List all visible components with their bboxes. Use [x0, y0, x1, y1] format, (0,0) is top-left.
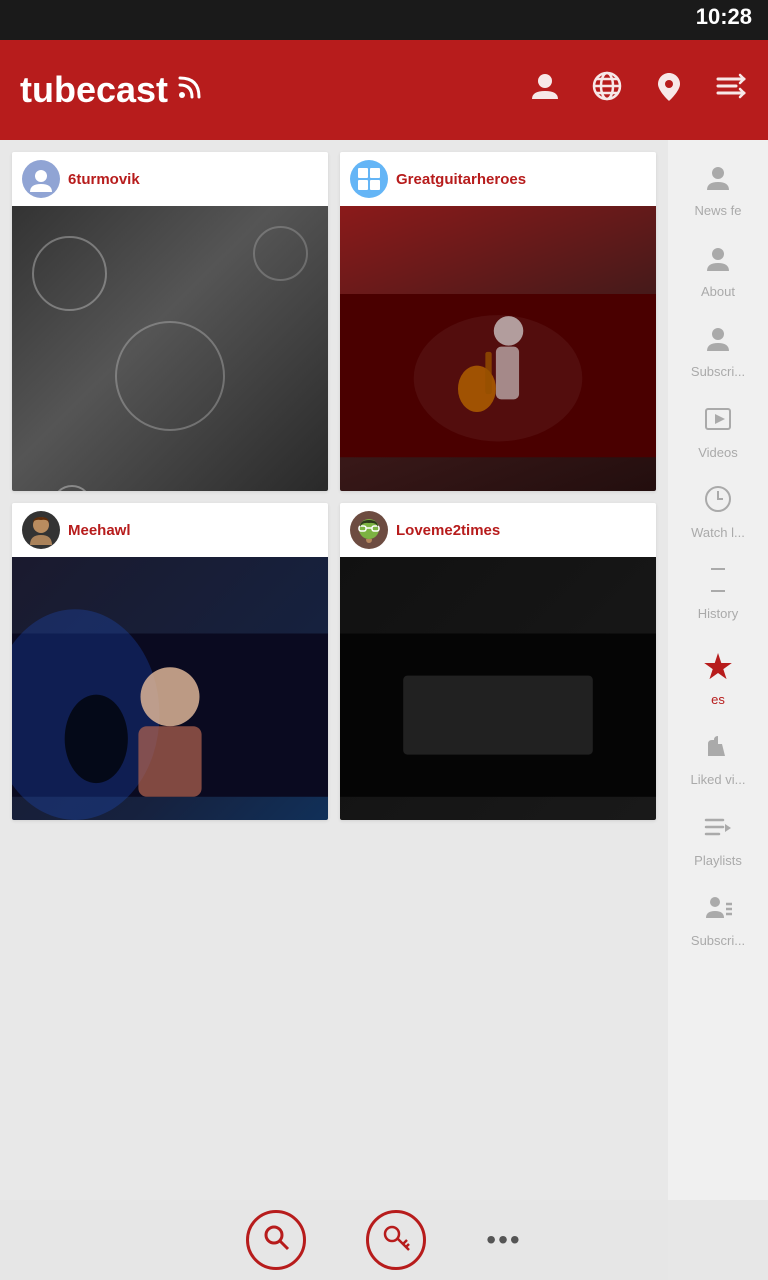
video-card[interactable]: Meehawl [12, 503, 328, 819]
nav-icons [528, 69, 748, 111]
channel-avatar [22, 160, 60, 198]
top-nav: tubecast [0, 40, 768, 140]
globe-icon[interactable] [590, 69, 624, 111]
sidebar-item-news-feed-label: News fe [695, 203, 742, 219]
avatar-image [22, 160, 60, 198]
app-logo: tubecast [20, 69, 528, 111]
search-icon [262, 1223, 290, 1258]
main-container: 6turmovik 2,197 [0, 140, 768, 1280]
sidebar-item-videos-label: Videos [698, 445, 738, 461]
status-bar: 10:28 [0, 0, 768, 40]
card-header: Meehawl [12, 503, 328, 557]
sidebar-item-playlists-label: Playlists [694, 853, 742, 869]
channel-name: 6turmovik [68, 171, 140, 188]
video-card[interactable]: Loveme2times 2,892 64 [340, 503, 656, 819]
sort-icon[interactable] [714, 69, 748, 111]
card-header: Loveme2times [340, 503, 656, 557]
sidebar-item-subscriptions[interactable]: Subscri... [668, 311, 768, 392]
side-panel: News fe About Subscri... [668, 140, 768, 1280]
favorites-icon: ★ [702, 646, 734, 688]
sidebar-item-history-label: History [698, 606, 738, 622]
watch-later-icon [703, 484, 733, 521]
sidebar-item-favorites-label: es [711, 692, 725, 708]
sidebar-item-playlists[interactable]: Playlists [668, 800, 768, 881]
avatar-image [350, 160, 388, 198]
channel-name: Meehawl [68, 522, 131, 539]
sidebar-item-favorites[interactable]: ★ es [668, 634, 768, 720]
video-thumbnail [340, 206, 656, 491]
liked-videos-icon [703, 731, 733, 768]
person-icon[interactable] [528, 69, 562, 111]
bottom-bar: ••• [0, 1200, 768, 1280]
subscriptions-icon [703, 323, 733, 360]
news-feed-icon [703, 162, 733, 199]
channel-name: Greatguitarheroes [396, 171, 526, 188]
key-button[interactable] [366, 1210, 426, 1270]
location-icon[interactable] [652, 69, 686, 111]
history-icon [703, 565, 733, 602]
sidebar-item-about[interactable]: About [668, 231, 768, 312]
sidebar-item-watch-later[interactable]: Watch l... [668, 472, 768, 553]
card-header: Greatguitarheroes [340, 152, 656, 206]
sidebar-item-videos[interactable]: Videos [668, 392, 768, 473]
sidebar-item-history[interactable]: History [668, 553, 768, 634]
video-thumbnail [340, 557, 656, 819]
video-card[interactable]: Greatguitarheroes [340, 152, 656, 491]
subscribers-icon [703, 892, 733, 929]
time: 10:28 [696, 4, 752, 29]
search-button[interactable] [246, 1210, 306, 1270]
channel-avatar [350, 511, 388, 549]
rss-icon [176, 73, 204, 108]
sidebar-item-about-label: About [701, 284, 735, 300]
avatar-image [22, 511, 60, 549]
video-card[interactable]: 6turmovik 2,197 [12, 152, 328, 491]
sidebar-item-subscribers[interactable]: Subscri... [668, 880, 768, 961]
channel-avatar [350, 160, 388, 198]
sidebar-item-liked-videos[interactable]: Liked vi... [668, 719, 768, 800]
content-area: 6turmovik 2,197 [0, 140, 668, 1280]
sidebar-item-liked-videos-label: Liked vi... [691, 772, 746, 788]
avatar-image [350, 511, 388, 549]
playlists-icon [703, 812, 733, 849]
sidebar-item-watch-later-label: Watch l... [691, 525, 745, 541]
app-name: tubecast [20, 69, 168, 111]
videos-icon [703, 404, 733, 441]
video-grid: 6turmovik 2,197 [12, 152, 656, 820]
channel-avatar [22, 511, 60, 549]
sidebar-item-news-feed[interactable]: News fe [668, 150, 768, 231]
channel-name: Loveme2times [396, 522, 500, 539]
video-thumbnail [12, 557, 328, 819]
key-icon [382, 1223, 410, 1258]
card-header: 6turmovik [12, 152, 328, 206]
sidebar-item-subscriptions-label: Subscri... [691, 364, 745, 380]
more-options[interactable]: ••• [486, 1224, 521, 1256]
video-thumbnail [12, 206, 328, 491]
drum-decoration [12, 206, 328, 491]
sidebar-item-subscribers-label: Subscri... [691, 933, 745, 949]
about-icon [703, 243, 733, 280]
